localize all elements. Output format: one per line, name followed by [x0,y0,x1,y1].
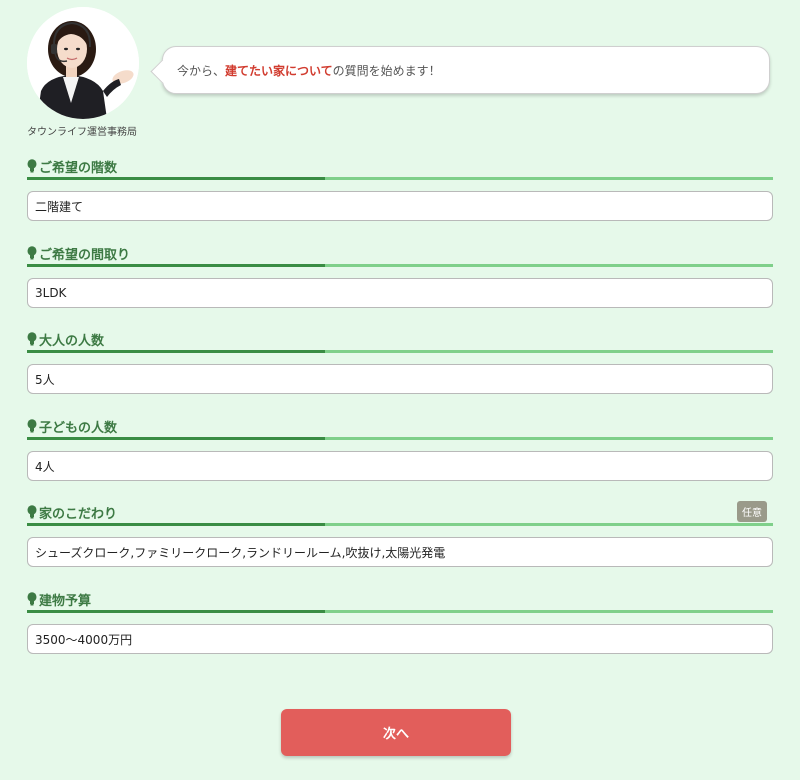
field-label-row: 家のこだわり 任意 [27,501,773,526]
lightbulb-icon [27,332,37,346]
message-suffix: の質問を始めます！ [332,63,441,78]
lightbulb-icon [27,592,37,606]
field-label: 大人の人数 [39,334,105,349]
lightbulb-icon [27,419,37,433]
field-label-row: 大人の人数 [27,328,773,353]
next-button[interactable]: 次へ [281,709,511,756]
lightbulb-icon [27,505,37,519]
field-label-row: 子どもの人数 [27,415,773,440]
speech-bubble: 今から、 建てたい家について の質問を始めます！ [150,46,770,94]
lightbulb-icon [27,246,37,260]
field-label: 建物予算 [39,594,92,609]
message-highlight: 建てたい家について [225,63,333,78]
adults-input[interactable]: 5人 [27,364,773,394]
budget-input[interactable]: 3500〜4000万円 [27,624,773,654]
label-underline [27,350,773,353]
preferences-input[interactable]: シューズクローク,ファミリークローク,ランドリールーム,吹抜け,太陽光発電 [27,537,773,567]
message-prefix: 今から、 [177,63,226,78]
field-label: ご希望の階数 [39,161,118,176]
bubble-tail [150,59,175,84]
operator-caption: タウンライフ運営事務局 [27,127,137,138]
label-underline [27,177,773,180]
field-layout: ご希望の間取り 3LDK [27,242,773,308]
field-label: 子どもの人数 [39,421,118,436]
optional-badge: 任意 [737,501,767,522]
label-underline [27,523,773,526]
field-budget: 建物予算 3500〜4000万円 [27,588,773,654]
children-input[interactable]: 4人 [27,451,773,481]
label-underline [27,437,773,440]
question-header: タウンライフ運営事務局 今から、 建てたい家について の質問を始めます！ [0,0,800,140]
field-label: 家のこだわり [39,507,118,522]
label-underline [27,264,773,267]
field-label-row: 建物予算 [27,588,773,613]
operator-avatar [27,7,139,119]
field-label-row: ご希望の間取り [27,242,773,267]
field-floors: ご希望の階数 二階建て [27,155,773,221]
layout-input[interactable]: 3LDK [27,278,773,308]
field-children: 子どもの人数 4人 [27,415,773,481]
floors-input[interactable]: 二階建て [27,191,773,221]
field-adults: 大人の人数 5人 [27,328,773,394]
field-preferences: 家のこだわり 任意 シューズクローク,ファミリークローク,ランドリールーム,吹抜… [27,501,773,567]
field-label: ご希望の間取り [39,248,131,263]
lightbulb-icon [27,159,37,173]
label-underline [27,610,773,613]
field-label-row: ご希望の階数 [27,155,773,180]
